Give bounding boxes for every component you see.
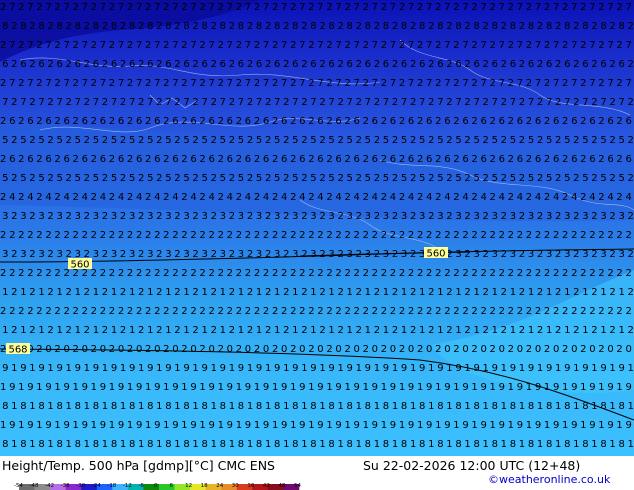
map-title: Height/Temp. 500 hPa [gdmp][°C] CMC ENS <box>2 458 275 473</box>
temperature-value-row: 2727272727272727272727272727272727272727… <box>0 40 634 51</box>
legend-tick: -6 <box>138 483 144 489</box>
weather-map-frame: 2727272727272727272727272727272727272727… <box>0 0 634 490</box>
legend-tick: -24 <box>91 483 101 489</box>
temperature-value-row: 2222222222222222222222222222222222222222… <box>0 230 634 241</box>
legend-tick: 12 <box>185 483 193 489</box>
legend-tick: 48 <box>278 483 286 489</box>
contour-label: 560 <box>426 249 445 260</box>
legend-tick: 0 <box>154 483 158 489</box>
legend-tick: -42 <box>45 483 55 489</box>
contour-label: 560 <box>70 260 89 271</box>
legend-tick: 24 <box>216 483 224 489</box>
temperature-value-row: 1919191919191919191919191919191919191919… <box>0 382 634 393</box>
legend-tick: 36 <box>247 483 255 489</box>
temperature-value-row: 2626262626262626262626262626262626262626… <box>0 154 634 165</box>
map-footer: Height/Temp. 500 hPa [gdmp][°C] CMC ENS … <box>0 456 634 490</box>
color-scale-legend <box>19 484 300 490</box>
temperature-map: 2727272727272727272727272727272727272727… <box>0 0 634 456</box>
temperature-value-row: 1919191919191919191919191919191919191919… <box>0 420 634 431</box>
temperature-value-row: 2424242424242424242424242424242424242424… <box>0 192 634 203</box>
legend-tick: -18 <box>107 483 117 489</box>
legend-tick: -48 <box>29 483 39 489</box>
legend-tick: 30 <box>231 483 239 489</box>
legend-tick: -38 <box>60 483 70 489</box>
source-credit[interactable]: ©weatheronline.co.uk <box>488 473 610 486</box>
legend-tick: -30 <box>76 483 86 489</box>
temperature-value-row: 2727272727272727272727272727272727272727… <box>0 78 634 89</box>
contour-label: 568 <box>8 345 27 356</box>
legend-tick: -54 <box>14 483 23 489</box>
legend-tick: 54 <box>294 483 301 489</box>
temperature-value-row: 2222222222222222222222222222222222222222… <box>0 268 634 279</box>
temperature-value-row: 2727272727272727272727272727272727272727… <box>0 2 634 13</box>
temperature-value-row: 2626262626262626262626262626262626262626… <box>0 116 634 127</box>
temperature-value-row: 2222222222222222222222222222222222222222… <box>0 306 634 317</box>
legend-tick: -12 <box>122 483 132 489</box>
legend-tick: 42 <box>262 483 270 489</box>
valid-datetime: Su 22-02-2026 12:00 UTC (12+48) <box>363 458 581 473</box>
legend-tick: 6 <box>169 483 174 489</box>
legend-tick: 18 <box>200 483 208 489</box>
